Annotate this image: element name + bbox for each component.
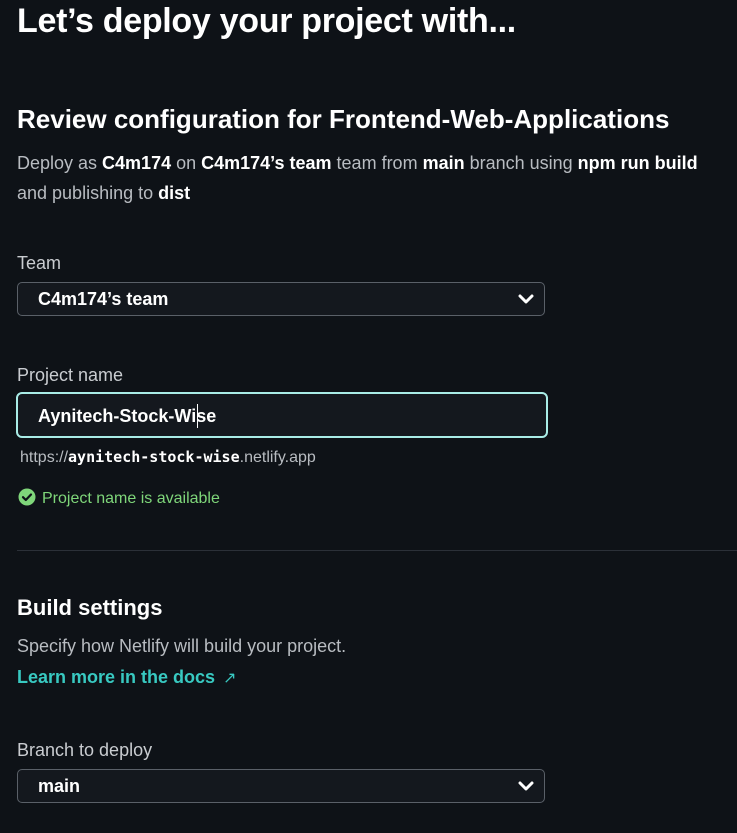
branch-select[interactable]: main (17, 769, 545, 803)
chevron-down-icon (518, 781, 534, 791)
branch-label: Branch to deploy (17, 740, 153, 760)
url-suffix: .netlify.app (239, 449, 316, 466)
summary-text: branch using (464, 153, 578, 173)
project-name-value: Aynitech-Stock-Wise (38, 406, 216, 427)
check-circle-icon (18, 488, 36, 506)
project-name-input[interactable]: Aynitech-Stock-Wise (16, 392, 548, 438)
text-caret (197, 404, 198, 428)
page-title: Let’s deploy your project with... (17, 2, 516, 40)
docs-link[interactable]: Learn more in the docs ↗ (17, 667, 236, 688)
url-slug: aynitech-stock-wise (68, 448, 240, 466)
chevron-down-icon (518, 294, 534, 304)
deploy-summary-line-2: and publishing to dist (17, 178, 737, 208)
summary-text: team from (331, 153, 423, 173)
summary-branch: main (422, 153, 465, 173)
branch-select-value: main (38, 776, 81, 796)
availability-text: Project name is available (42, 490, 220, 507)
summary-text: on (171, 153, 202, 173)
summary-publish-dir: dist (158, 183, 191, 203)
deploy-summary-line-1: Deploy as C4m174 on C4m174’s team team f… (17, 148, 737, 178)
project-name-value-part: Aynitech-Stock- (38, 406, 175, 426)
project-url: https://aynitech-stock-wise.netlify.app (20, 448, 316, 467)
project-name-value-part: Wise (174, 406, 217, 426)
availability-status: Project name is available (18, 488, 220, 508)
summary-text: Deploy as (17, 153, 103, 173)
project-name-label: Project name (17, 365, 124, 385)
docs-link-label: Learn more in the docs (17, 667, 216, 687)
external-link-arrow-icon: ↗ (223, 670, 237, 687)
team-label: Team (17, 253, 62, 273)
team-select-value: C4m174’s team (38, 289, 169, 309)
build-settings-description: Specify how Netlify will build your proj… (17, 636, 347, 656)
summary-team: C4m174’s team (201, 153, 332, 173)
summary-text: and publishing to (17, 183, 159, 203)
deploy-summary: Deploy as C4m174 on C4m174’s team team f… (17, 148, 737, 208)
build-settings-heading: Build settings (17, 595, 163, 620)
team-select[interactable]: C4m174’s team (17, 282, 545, 316)
deploy-page: Let’s deploy your project with... Review… (0, 0, 737, 833)
summary-user: C4m174 (102, 153, 172, 173)
url-prefix: https:// (20, 449, 69, 466)
section-divider (17, 550, 737, 551)
review-heading: Review configuration for Frontend-Web-Ap… (17, 104, 670, 134)
summary-command: npm run build (577, 153, 698, 173)
